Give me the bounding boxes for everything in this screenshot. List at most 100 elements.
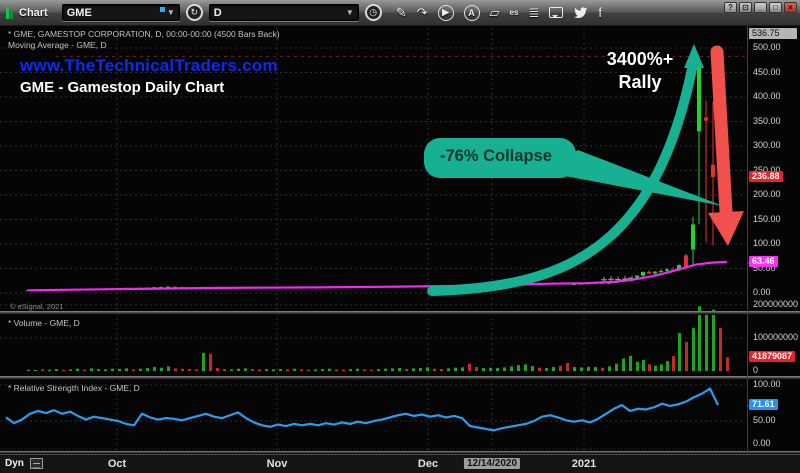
volume-bar: [55, 369, 58, 371]
rsi-value-label: 71.61: [749, 399, 778, 410]
symbol-input[interactable]: GME ▼: [62, 4, 180, 21]
volume-bar: [461, 367, 464, 371]
dyn-button[interactable]: Dyn: [5, 458, 24, 469]
candle-body: [635, 276, 639, 278]
volume-bar: [195, 369, 198, 371]
interval-select[interactable]: D ▼: [209, 4, 359, 21]
maximize-button[interactable]: □: [769, 2, 782, 13]
volume-bar: [279, 369, 282, 371]
candle-body: [684, 255, 688, 266]
window-controls: ?⊡_□×: [724, 2, 797, 13]
volume-bar: [426, 367, 429, 371]
draw-pencil-icon[interactable]: ✎: [396, 5, 407, 21]
symbol-value: GME: [67, 7, 92, 19]
volume-bar: [48, 370, 51, 371]
symbol-status-dot: [160, 7, 165, 12]
volume-bar: [244, 368, 247, 371]
volume-bar: [503, 367, 506, 371]
volume-tick-label: 0: [753, 365, 758, 375]
volume-bar: [531, 366, 534, 371]
last-price-label: 236.88: [749, 171, 783, 182]
time-axis[interactable]: Dyn OctNovDec12/14/20202021: [0, 454, 800, 473]
volume-bar: [398, 368, 401, 371]
volume-bar: [258, 369, 261, 371]
volume-bar: [335, 369, 338, 371]
collapse-red-arrow: [717, 52, 726, 212]
month-label: Nov: [267, 458, 288, 470]
volume-bar: [636, 362, 639, 371]
candle-body: [691, 224, 695, 249]
volume-bar: [321, 369, 324, 371]
watermark-url: www.TheTechnicalTraders.com: [20, 56, 278, 76]
ma-value-label: 63.46: [749, 256, 778, 267]
volume-bar: [167, 366, 170, 371]
refresh-icon[interactable]: ↻: [186, 4, 203, 21]
panel-separator[interactable]: [0, 376, 800, 380]
play-icon[interactable]: ▶: [438, 5, 454, 21]
volume-bar: [370, 370, 373, 371]
collapse-annotation-label: -76% Collapse: [440, 147, 552, 166]
month-label: 2021: [572, 458, 596, 470]
help-button[interactable]: ?: [724, 2, 737, 13]
price-tick-label: 300.00: [753, 140, 781, 150]
close-button[interactable]: ×: [784, 2, 797, 13]
dyn-icon[interactable]: [30, 458, 43, 469]
volume-tick-label: 100000000: [753, 332, 798, 342]
rally-annotation-line1: 3400%+: [584, 49, 696, 70]
time-template-icon[interactable]: ◷: [365, 4, 382, 21]
volume-legend: * Volume - GME, D: [8, 318, 80, 328]
candle-body: [641, 272, 645, 276]
volume-bar: [230, 369, 233, 371]
volume-bar: [482, 368, 485, 371]
volume-bar: [698, 306, 701, 371]
month-label: Dec: [418, 458, 438, 470]
ma-legend: Moving Average - GME, D: [8, 40, 107, 50]
volume-bar: [705, 313, 708, 371]
volume-bar: [146, 368, 149, 371]
volume-bar: [307, 370, 310, 371]
volume-bar: [216, 368, 219, 371]
facebook-icon[interactable]: f: [598, 5, 602, 20]
eraser-icon[interactable]: ▱: [490, 5, 500, 21]
chevron-down-icon[interactable]: ▼: [167, 8, 175, 17]
rally-annotation-line2: Rally: [584, 72, 696, 93]
rsi-tick-label: 0.00: [753, 438, 771, 448]
candle-body: [665, 269, 669, 270]
price-axis[interactable]: 536.75500.00450.00400.00350.00300.00250.…: [748, 26, 800, 454]
volume-bar: [685, 342, 688, 371]
volume-bar: [97, 369, 100, 371]
volume-bar: [654, 366, 657, 371]
volume-bar: [356, 369, 359, 371]
volume-bar: [237, 369, 240, 371]
price-tick-label: 100.00: [753, 238, 781, 248]
restore-button[interactable]: ⊡: [739, 2, 752, 13]
volume-bar: [160, 368, 163, 371]
month-label: Oct: [108, 458, 126, 470]
volume-bar: [412, 368, 415, 371]
volume-bar: [286, 369, 289, 371]
volume-bar: [181, 369, 184, 371]
price-tick-label: 500.00: [753, 42, 781, 52]
volume-bar: [265, 369, 268, 371]
minimize-button[interactable]: _: [754, 2, 767, 13]
volume-bar: [489, 368, 492, 371]
chat-bubble-icon[interactable]: [549, 7, 563, 18]
symbol-legend: * GME, GAMESTOP CORPORATION, D, 00:00-00…: [8, 29, 280, 39]
es-label[interactable]: es: [510, 8, 519, 17]
volume-bar: [83, 370, 86, 371]
volume-bar: [62, 370, 65, 371]
candle-body: [647, 272, 651, 274]
volume-bar: [580, 367, 583, 371]
volume-bar: [41, 369, 44, 371]
redo-arrow-icon[interactable]: ↷: [417, 5, 428, 21]
volume-bar: [719, 328, 722, 371]
auto-analysis-icon[interactable]: A: [464, 5, 480, 21]
volume-bar: [726, 357, 729, 371]
volume-bar: [510, 366, 513, 371]
panel-separator[interactable]: [0, 311, 800, 315]
volume-bar: [496, 368, 499, 371]
chevron-down-icon[interactable]: ▼: [346, 8, 354, 17]
volume-bar: [384, 369, 387, 371]
news-list-icon[interactable]: ≣: [528, 5, 539, 21]
twitter-icon[interactable]: [573, 7, 588, 19]
